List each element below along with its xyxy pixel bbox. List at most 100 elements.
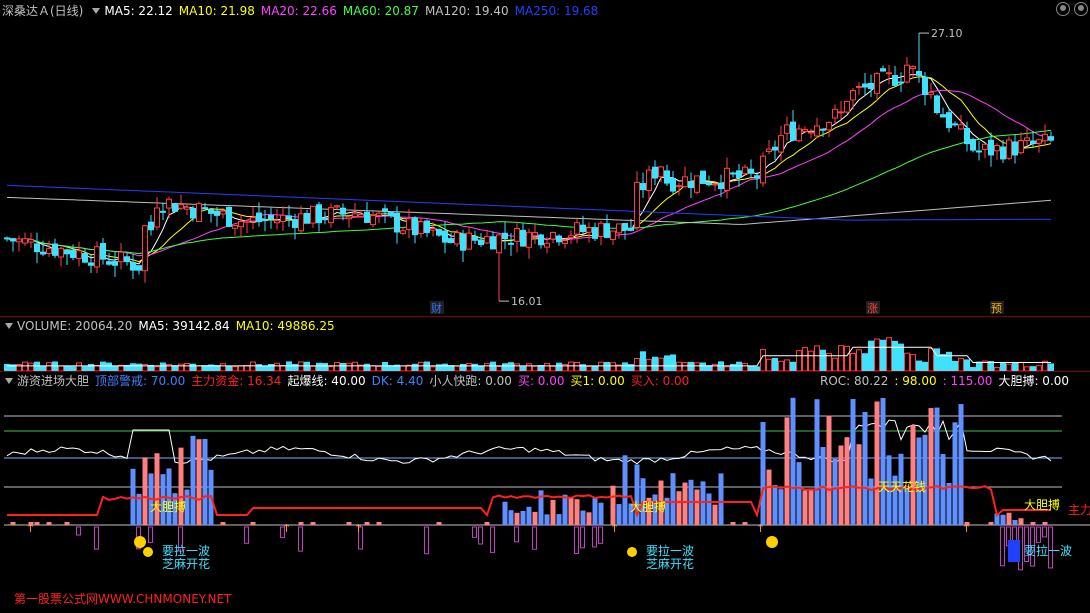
candle-body (490, 236, 496, 250)
signal-bar (808, 488, 814, 525)
candle-body (1030, 140, 1036, 145)
signal-bar (772, 485, 778, 525)
signal-bar (622, 455, 628, 525)
candle-body (1024, 137, 1030, 141)
volume-bar (880, 339, 886, 371)
volume-bar (130, 363, 136, 371)
signal-bar (988, 522, 994, 525)
signal-bar (376, 522, 382, 525)
settings-circle-icon[interactable] (1056, 2, 1070, 16)
candle-body (94, 246, 100, 268)
pane-divider (0, 316, 1090, 317)
volume-bar (22, 361, 28, 371)
candle-body (856, 85, 862, 88)
volume-bar (220, 363, 226, 371)
volume-bar (958, 357, 964, 371)
volume-bar (298, 361, 304, 371)
volume-header: VOLUME: 20064.20 MA5: 39142.84 MA10: 49886… (2, 318, 347, 334)
signal-bar (436, 522, 442, 525)
candle-body (598, 222, 604, 237)
candle-body (28, 239, 34, 243)
candle-body (442, 230, 448, 243)
candle-body (148, 221, 154, 231)
volume-bar (76, 362, 82, 371)
candle-body (268, 214, 274, 220)
volume-bar (106, 362, 112, 371)
signal-bar (598, 502, 604, 525)
signal-bar (46, 522, 52, 525)
signal-bar (550, 499, 556, 525)
indicator-label-7: 买1: 0.00 (570, 374, 625, 388)
candle-body (166, 198, 172, 209)
candle-body (964, 128, 970, 145)
negative-bar (514, 526, 519, 543)
signal-bar (1012, 519, 1018, 525)
candle-body (310, 205, 316, 224)
candle-body (562, 240, 568, 244)
volume-bar (784, 359, 790, 371)
ma-legend: MA5: 22.12 MA10: 21.98 MA20: 22.66 MA60: 20… (104, 4, 604, 18)
pane-divider (0, 371, 1090, 372)
volume-bar (304, 361, 310, 371)
candle-body (1036, 139, 1042, 144)
volume-bar (610, 362, 616, 371)
signal-bar (574, 499, 580, 525)
volume-bar (844, 345, 850, 371)
watermark: 第一股票公式网WWW.CHNMONEY.NET (14, 592, 232, 606)
ma-label-2: MA20: 22.66 (260, 4, 337, 18)
settings-circle-icon[interactable] (1074, 2, 1088, 16)
low-label: 16.01 (511, 295, 543, 308)
signal-bar (154, 453, 160, 525)
dropdown-icon[interactable] (92, 8, 101, 14)
candle-body (82, 252, 88, 263)
signal-bar (856, 444, 862, 525)
candle-body (136, 265, 142, 271)
negative-bar (298, 526, 303, 552)
candle-body (994, 144, 1000, 152)
signal-bar (484, 522, 490, 525)
volume-bar (916, 360, 922, 371)
volume-bar (664, 355, 670, 371)
candle-body (202, 207, 208, 210)
candle-body (520, 229, 526, 247)
candle-body (970, 139, 976, 151)
volume-bar (772, 358, 778, 371)
candle-body (862, 83, 868, 88)
indicator-label-6: 买: 0.00 (517, 374, 565, 388)
candle-body (628, 227, 634, 231)
volume-bar (946, 351, 952, 371)
indicator-right-label-2: : 115.00 (942, 374, 993, 388)
candle-body (796, 128, 802, 142)
bold-signal-1: 大胆搏 (630, 500, 666, 514)
signal-bar (562, 494, 568, 525)
volume-bar (100, 361, 106, 371)
candle-body (826, 121, 832, 131)
signal-bar (694, 489, 700, 525)
signal-bar (520, 511, 526, 525)
candle-body (544, 242, 550, 248)
candle-body (526, 231, 532, 248)
dropdown-icon[interactable] (5, 378, 13, 384)
volume-bar (952, 360, 958, 371)
candle-body (988, 139, 994, 156)
volume-bar (886, 337, 892, 371)
signal-bar (814, 399, 820, 525)
negative-bar (244, 526, 249, 544)
indicator-label-5: 小人快跑: 0.00 (429, 374, 512, 388)
volume-bar (634, 357, 640, 371)
badge-0: 财 (431, 301, 442, 314)
candle-body (802, 128, 808, 132)
candle-body (754, 175, 760, 179)
candle-body (322, 218, 328, 221)
signal-bar (568, 496, 574, 525)
volume-bar (1048, 363, 1054, 371)
volume-bar (658, 357, 664, 371)
candle-body (928, 91, 934, 95)
volume-bar (670, 354, 676, 371)
candle-body (10, 238, 16, 242)
negative-bar (490, 526, 495, 553)
candle-body (838, 111, 844, 114)
dropdown-icon[interactable] (5, 323, 13, 329)
candle-body (466, 232, 472, 250)
candle-body (364, 211, 370, 223)
